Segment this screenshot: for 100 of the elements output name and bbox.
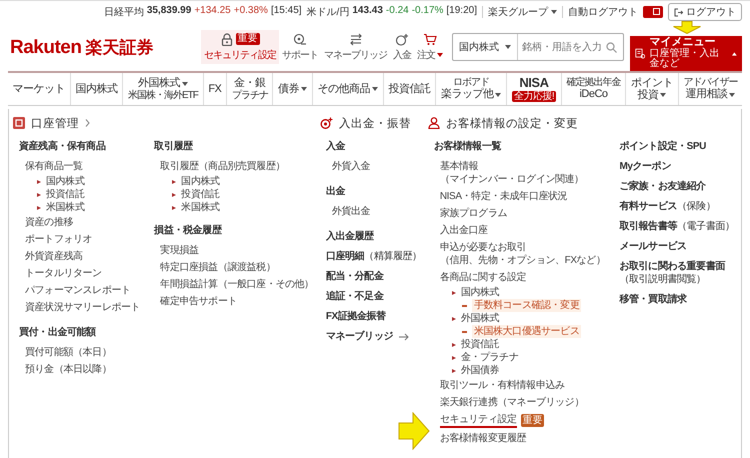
shortcut-button[interactable]: 注文 xyxy=(414,30,446,64)
nav-item[interactable]: 投資信託 xyxy=(382,73,436,105)
menu-link[interactable]: 入金 xyxy=(326,138,422,158)
menu-link[interactable]: NISA・特定・未成年口座状況 xyxy=(434,188,606,205)
bullet-icon xyxy=(172,206,176,210)
menu-link[interactable]: 外貨入金 xyxy=(326,158,422,175)
shortcut-button[interactable]: 重要 セキュリティ設定 xyxy=(201,30,279,64)
menu-link[interactable]: 国内株式 xyxy=(181,175,220,188)
bullet-icon xyxy=(452,368,456,372)
menu-link[interactable]: 申込が必要なお取引 （信用、先物・オプション、FXなど） xyxy=(434,239,606,269)
menu-link[interactable]: 実現損益 xyxy=(154,242,314,259)
menu-link[interactable]: 国内株式 xyxy=(460,286,500,299)
annotation-arrow xyxy=(672,21,702,34)
section-title[interactable]: お客様情報の設定・変更 xyxy=(446,116,578,130)
menu-link[interactable]: 確定申告サポート xyxy=(154,293,314,310)
menu-link[interactable]: マネーブリッジ xyxy=(326,330,394,343)
menu-link[interactable]: 預り金（本日以降） xyxy=(19,361,140,378)
caret-icon xyxy=(660,93,666,98)
nav-item[interactable]: 外国株式 米国株・海外ETF xyxy=(122,73,203,105)
nav-item[interactable]: マーケット xyxy=(8,73,70,105)
nav-item[interactable]: ポイント 投資 xyxy=(625,73,678,105)
dash-icon xyxy=(462,330,467,332)
menu-link[interactable]: 損益・税金履歴 xyxy=(154,222,314,242)
search-field[interactable]: 国内株式 銘柄・用語を入力 xyxy=(452,33,624,61)
menu-link[interactable]: 保有商品一覧 xyxy=(19,158,140,175)
menu-link[interactable]: メールサービス xyxy=(619,238,735,258)
caret-icon xyxy=(437,52,443,56)
menu-link[interactable]: 資産状況サマリーレポート xyxy=(19,299,140,316)
my-menu-button[interactable]: マイメニュー 口座管理・入出金など xyxy=(630,36,742,71)
shortcut-button[interactable]: 入金 xyxy=(390,30,414,64)
menu-link[interactable]: お客様情報一覧 xyxy=(434,138,606,158)
shortcut-button[interactable]: マネーブリッジ xyxy=(321,30,390,64)
ticker-quote: 米ドル/円 143.43 -0.24 -0.17% [19:20] xyxy=(306,5,477,19)
menu-link[interactable]: 投資信託 xyxy=(46,188,84,201)
menu-link[interactable]: 移管・買取請求 xyxy=(619,291,735,311)
menu-link[interactable]: 外貨資産残高 xyxy=(19,248,140,265)
menu-link[interactable]: 買付・出金可能額 xyxy=(19,324,140,344)
menu-link[interactable]: 口座明細（精算履歴） xyxy=(326,248,422,268)
menu-link[interactable]: 手数料コース確認・変更 xyxy=(472,299,582,312)
menu-link[interactable]: FX証拠金振替 xyxy=(326,308,422,328)
menu-link[interactable]: 資産の推移 xyxy=(19,214,140,231)
menu-link[interactable]: 配当・分配金 xyxy=(326,268,422,288)
menu-link[interactable]: 資産残高・保有商品 xyxy=(19,138,140,158)
cart-icon xyxy=(423,32,437,46)
menu-link[interactable]: 取引履歴（商品別売買履歴） xyxy=(154,158,314,175)
section-title[interactable]: 入出金・振替 xyxy=(338,116,411,130)
nav-item[interactable]: NISA 全力応援! xyxy=(506,73,561,105)
caret-icon xyxy=(551,10,557,14)
nav-item[interactable]: 確定拠出年金 iDeCo xyxy=(560,73,626,105)
menu-link[interactable]: パフォーマンスレポート xyxy=(19,282,140,299)
menu-link[interactable]: 米国株式 xyxy=(181,201,220,214)
menu-link[interactable]: 外国株式 xyxy=(460,312,500,325)
section-title[interactable]: 口座管理 xyxy=(31,116,79,130)
menu-link[interactable]: 入出金履歴 xyxy=(326,228,422,248)
menu-link[interactable]: ポートフォリオ xyxy=(19,231,140,248)
menu-link[interactable]: 家族プログラム xyxy=(434,205,606,222)
menu-link[interactable]: 取引報告書等（電子書面） xyxy=(619,218,735,238)
menu-link[interactable]: 投資信託 xyxy=(181,188,220,201)
menu-link[interactable]: 追証・不足金 xyxy=(326,288,422,308)
shortcut-button[interactable]: サポート xyxy=(279,30,321,64)
menu-link[interactable]: 出金 xyxy=(326,183,422,203)
group-menu[interactable]: 楽天グループ xyxy=(488,5,557,19)
menu-link[interactable]: お取引に関わる重要書面 （取引説明書閲覧） xyxy=(619,258,735,291)
nav-item[interactable]: その他商品 xyxy=(312,73,383,105)
menu-link[interactable]: 年間損益計算（一般口座・その他） xyxy=(154,276,314,293)
menu-link[interactable]: 各商品に関する設定 xyxy=(434,269,606,286)
search-icon[interactable] xyxy=(606,42,617,52)
menu-link[interactable]: 特定口座損益（譲渡益税） xyxy=(154,259,314,276)
menu-link[interactable]: 有料サービス（保険） xyxy=(619,198,735,218)
menu-link[interactable]: 入出金口座 xyxy=(434,222,606,239)
dash-icon xyxy=(462,304,467,306)
menu-link[interactable]: セキュリティ設定 xyxy=(440,413,517,428)
nav-item[interactable]: アドバイザー 運用相談 xyxy=(678,73,742,105)
nav-item[interactable]: 債券 xyxy=(272,73,312,105)
nav-item[interactable]: 金・銀 プラチナ xyxy=(226,73,272,105)
menu-link[interactable]: トータルリターン xyxy=(19,265,140,282)
menu-link[interactable]: ご家族・お友達紹介 xyxy=(619,178,735,198)
nav-item[interactable]: 国内株式 xyxy=(70,73,122,105)
menu-link[interactable]: 取引ツール・有料情報申込み xyxy=(434,377,606,394)
nav-item[interactable]: ロボアド 楽ラップ他 xyxy=(435,73,506,105)
menu-link[interactable]: Myクーポン xyxy=(619,158,735,178)
menu-link[interactable]: 国内株式 xyxy=(46,175,84,188)
menu-link[interactable]: 外国債券 xyxy=(460,364,500,377)
menu-link[interactable]: 金・プラチナ xyxy=(460,351,518,364)
logout-button[interactable]: ログアウト xyxy=(668,3,742,21)
menu-link[interactable]: お客様情報変更履歴 xyxy=(434,430,606,447)
logo[interactable]: Rakuten 楽天証券 xyxy=(10,36,154,58)
menu-link[interactable]: ポイント設定・SPU xyxy=(619,138,735,158)
menu-link[interactable]: 米国株式 xyxy=(46,201,84,214)
menu-link[interactable]: 買付可能額（本日） xyxy=(19,344,140,361)
menu-link[interactable]: 楽天銀行連携（マネーブリッジ） xyxy=(434,394,606,411)
menu-link[interactable]: 取引履歴 xyxy=(154,138,314,158)
auto-logout-toggle[interactable] xyxy=(643,6,663,18)
bullet-icon xyxy=(452,356,456,360)
caret-icon xyxy=(495,92,502,96)
menu-link[interactable]: 米国株大口優遇サービス xyxy=(472,325,582,338)
menu-link[interactable]: 基本情報 （マイナンバー・ログイン関連） xyxy=(434,158,606,188)
menu-link[interactable]: 投資信託 xyxy=(460,338,500,351)
nav-item[interactable]: FX xyxy=(202,73,226,105)
menu-link[interactable]: 外貨出金 xyxy=(326,203,422,220)
